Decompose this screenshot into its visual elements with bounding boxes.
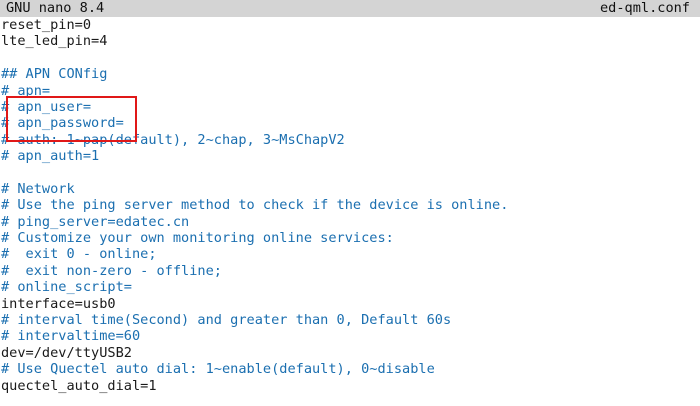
comment-line[interactable]: # apn_user= [0,99,700,115]
config-line[interactable]: interface=usb0 [0,296,700,312]
comment-line[interactable]: # ping_server=edatec.cn [0,214,700,230]
comment-line[interactable]: # intervaltime=60 [0,328,700,344]
comment-line[interactable]: # Customize your own monitoring online s… [0,230,700,246]
config-line[interactable] [0,165,700,181]
comment-line[interactable]: # exit non-zero - offline; [0,263,700,279]
comment-line[interactable]: # apn= [0,83,700,99]
config-line[interactable] [0,50,700,66]
comment-line[interactable]: # exit 0 - online; [0,246,700,262]
comment-line[interactable]: # Network [0,181,700,197]
nano-title-bar: GNU nano 8.4 ed-qml.conf [0,0,700,17]
config-line[interactable]: dev=/dev/ttyUSB2 [0,345,700,361]
text-editor-area[interactable]: reset_pin=0 lte_led_pin=4 ## APN CONfig # a… [0,17,700,406]
comment-line[interactable]: # interval time(Second) and greater than… [0,312,700,328]
comment-line[interactable]: # apn_auth=1 [0,148,700,164]
config-line[interactable]: quectel_auto_dial=1 [0,378,700,394]
comment-line[interactable]: # online_script= [0,279,700,295]
config-line[interactable]: lte_led_pin=4 [0,33,700,49]
comment-line[interactable]: # auth: 1~pap(default), 2~chap, 3~MsChap… [0,132,700,148]
open-file-name: ed-qml.conf [599,0,690,16]
comment-line[interactable]: # apn_password= [0,115,700,131]
editor-app-name: GNU nano 8.4 [6,0,105,16]
comment-line[interactable]: ## APN CONfig [0,66,700,82]
comment-line[interactable]: # Use Quectel auto dial: 1~enable(defaul… [0,361,700,377]
config-line[interactable]: reset_pin=0 [0,17,700,33]
comment-line[interactable]: # Use the ping server method to check if… [0,197,700,213]
